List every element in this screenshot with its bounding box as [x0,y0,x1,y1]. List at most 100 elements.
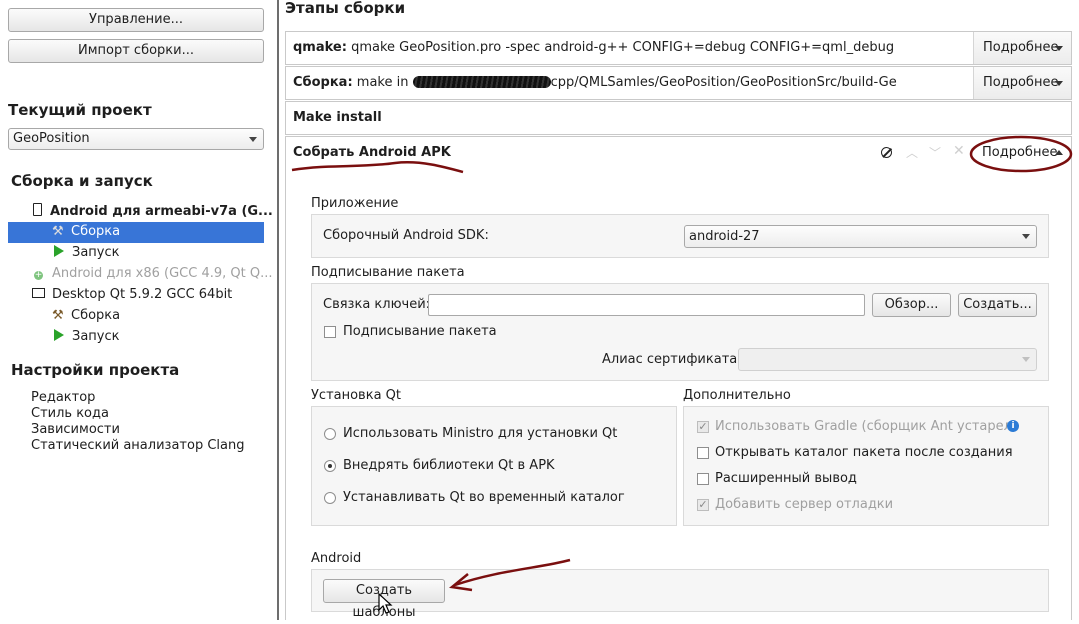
current-project-title: Текущий проект [8,101,152,119]
chevron-down-icon [1022,234,1030,239]
project-select-value: GeoPosition [13,131,90,146]
debug-server-label: Добавить сервер отладки [715,497,894,512]
advanced-group-label: Дополнительно [683,388,791,403]
chevron-down-icon [249,137,257,142]
kit3-build-item[interactable]: ⚒ Сборка [52,308,120,323]
kit-desktop[interactable]: Desktop Qt 5.9.2 GCC 64bit [32,287,232,302]
chevron-down-icon [1055,81,1063,86]
signing-group-label: Подписывание пакета [311,265,465,280]
play-icon [54,329,64,341]
verbose-output-checkbox[interactable] [697,473,709,485]
qt-option-ministro-label: Использовать Ministro для установки Qt [343,426,618,441]
step-qmake[interactable]: qmake: qmake GeoPosition.pro -spec andro… [285,31,1072,65]
qt-install-group-label: Установка Qt [311,388,402,403]
sign-package-checkbox[interactable] [324,326,336,338]
step-name: Make install [293,110,382,125]
kit-label: Desktop Qt 5.9.2 GCC 64bit [52,287,233,302]
info-icon[interactable]: i [1007,420,1019,432]
step-name: Сборка: [293,75,353,90]
qt-install-group: Использовать Ministro для установки Qt В… [311,406,677,526]
cert-alias-label: Алиас сертификата: [602,352,742,367]
step-make[interactable]: Сборка: make in cpp/QMLSamles/GeoPositio… [285,66,1072,100]
details-label: Подробнее [983,40,1059,55]
hammer-icon: ⚒ [52,224,64,239]
details-label: Подробнее [982,145,1058,160]
disable-slash [882,147,892,158]
details-button[interactable]: Подробнее [973,137,1071,169]
selected-row-highlight [8,222,264,243]
qt-option-bundle-radio[interactable] [324,460,336,472]
application-group-label: Приложение [311,196,399,211]
remove-step-icon[interactable]: ✕ [953,143,965,159]
qt-option-temp-radio[interactable] [324,492,336,504]
settings-link-dependencies[interactable]: Зависимости [31,422,120,437]
step-desc-pre: make in [356,75,409,90]
kit3-run-item[interactable]: Запуск [54,329,120,344]
settings-link-clang[interactable]: Статический анализатор Clang [31,438,244,453]
kit-android-x86[interactable]: + Android для x86 (GCC 4.9, Qt Q... [34,266,272,281]
open-package-dir-label: Открывать каталог пакета после создания [715,445,1013,460]
android-group-label: Android [311,551,362,566]
qt-option-ministro-radio[interactable] [324,428,336,440]
details-button[interactable]: Подробнее [973,67,1071,99]
import-build-button[interactable]: Импорт сборки... [8,39,264,63]
panel-divider[interactable] [277,0,279,620]
qt-option-temp-label: Устанавливать Qt во временный каталог [343,490,625,505]
step-desc: qmake GeoPosition.pro -spec android-g++ … [351,40,895,55]
kit-label: Android для x86 (GCC 4.9, Qt Q... [52,266,273,281]
details-label: Подробнее [983,75,1059,90]
kit1-build-item[interactable]: ⚒ Сборка [52,224,120,239]
cert-alias-select[interactable] [738,348,1037,371]
step-build-apk-text: Собрать Android APK [293,145,451,160]
project-select[interactable]: GeoPosition [8,128,264,150]
gradle-label: Использовать Gradle (сборщик Ant устарел… [715,419,1018,434]
play-icon [54,245,64,257]
disable-step-icon[interactable] [881,147,892,158]
details-button[interactable]: Подробнее [973,32,1071,64]
run-label: Запуск [72,329,120,344]
chevron-down-icon [1022,357,1030,362]
left-panel: Управление... Импорт сборки... Текущий п… [0,0,277,620]
mouse-cursor-icon [378,593,393,614]
redacted-path-scribble [412,76,551,88]
sdk-select-value: android-27 [689,229,760,244]
step-make-install-text: Make install [293,110,382,125]
move-up-icon[interactable]: ︿ [906,144,918,161]
move-down-icon[interactable]: ﹀ [929,144,941,161]
keystore-label: Связка ключей: [323,297,431,312]
step-make-text: Сборка: make in cpp/QMLSamles/GeoPositio… [293,75,963,90]
android-device-icon [33,203,42,216]
settings-link-editor[interactable]: Редактор [31,390,95,405]
verbose-output-label: Расширенный вывод [715,471,857,486]
chevron-up-icon [1055,150,1063,155]
keystore-input[interactable] [428,294,865,316]
signing-group: Связка ключей: Обзор... Создать... Подпи… [311,283,1049,381]
debug-server-checkbox[interactable]: ✓ [697,499,709,511]
step-name: qmake: [293,40,347,55]
open-package-dir-checkbox[interactable] [697,447,709,459]
project-settings-title: Настройки проекта [11,361,180,379]
step-desc: cpp/QMLSamles/GeoPosition/GeoPositionSrc… [550,75,897,90]
hammer-icon: ⚒ [52,308,64,323]
sign-package-label: Подписывание пакета [343,324,497,339]
application-group: Сборочный Android SDK: android-27 [311,214,1049,258]
gradle-checkbox[interactable]: ✓ [697,421,709,433]
android-add-icon: + [34,270,43,280]
sdk-label: Сборочный Android SDK: [323,228,489,243]
build-steps-title: Этапы сборки [285,0,406,17]
settings-link-code-style[interactable]: Стиль кода [31,406,109,421]
kit-android-armeabi[interactable]: Android для armeabi-v7a (G... [33,203,273,219]
android-group: Создать шаблоны [311,569,1049,620]
run-label: Запуск [72,245,120,260]
build-label: Сборка [71,308,121,323]
build-label: Сборка [71,224,121,239]
create-keystore-button[interactable]: Создать... [958,293,1037,317]
browse-button[interactable]: Обзор... [872,293,951,317]
kit1-run-item[interactable]: Запуск [54,245,120,260]
sdk-select[interactable]: android-27 [684,225,1037,248]
step-make-install[interactable]: Make install [285,101,1072,135]
step-name: Собрать Android APK [293,145,451,160]
manage-button[interactable]: Управление... [8,8,264,32]
build-run-title: Сборка и запуск [11,172,153,190]
chevron-down-icon [1055,46,1063,51]
